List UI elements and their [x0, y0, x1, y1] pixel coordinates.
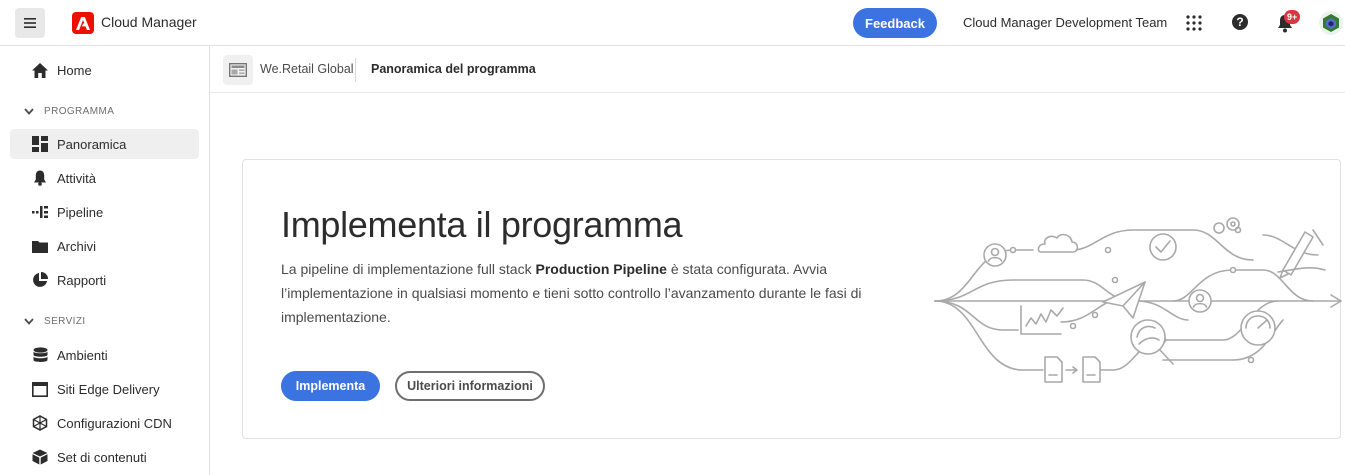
- section-toggle-servizi[interactable]: SERVIZI: [24, 313, 86, 329]
- cdn-network-icon: [32, 415, 48, 431]
- sidebar-item-label: Set di contenuti: [57, 449, 147, 465]
- sidebar-item-ambienti[interactable]: Ambienti: [10, 340, 199, 370]
- sidebar-item-label: Rapporti: [57, 272, 107, 288]
- breadcrumb-program-link[interactable]: We.Retail Global: [260, 62, 354, 76]
- section-toggle-programma[interactable]: PROGRAMMA: [24, 103, 114, 119]
- home-icon: [32, 62, 48, 78]
- sidebar-item-panoramica[interactable]: Panoramica: [10, 129, 199, 159]
- pipeline-icon: [32, 204, 48, 220]
- sidebar-item-label: Home: [57, 62, 92, 78]
- implementa-button[interactable]: Implementa: [281, 371, 380, 401]
- help-icon[interactable]: ?: [1231, 13, 1249, 31]
- sidebar-item-label: Configurazioni CDN: [57, 415, 172, 431]
- sidebar-item-archivi[interactable]: Archivi: [10, 231, 199, 261]
- card-description: La pipeline di implementazione full stac…: [281, 257, 891, 329]
- feedback-button[interactable]: Feedback: [853, 8, 937, 38]
- top-bar: Cloud Manager Feedback Cloud Manager Dev…: [0, 0, 1345, 46]
- card-title: Implementa il programma: [281, 204, 683, 245]
- pipeline-name: Production Pipeline: [535, 261, 667, 277]
- pie-chart-icon: [32, 272, 48, 288]
- section-heading: PROGRAMMA: [44, 105, 115, 117]
- hamburger-menu-button[interactable]: [15, 8, 45, 38]
- sidebar-item-label: Siti Edge Delivery: [57, 381, 160, 397]
- database-icon: [32, 347, 48, 363]
- bell-icon: [32, 170, 48, 186]
- svg-text:?: ?: [1236, 15, 1243, 29]
- hamburger-icon: [24, 18, 36, 28]
- apps-grid-icon[interactable]: [1185, 14, 1203, 32]
- sidebar-item-pipeline[interactable]: Pipeline: [10, 197, 199, 227]
- org-switcher[interactable]: Cloud Manager Development Team: [963, 15, 1167, 30]
- chevron-down-icon: [24, 317, 34, 325]
- sidebar-item-siti-edge-delivery[interactable]: Siti Edge Delivery: [10, 374, 199, 404]
- sidebar-nav: Home PROGRAMMA Panoramica Attività Pipel…: [0, 46, 210, 475]
- sidebar-item-label: Archivi: [57, 238, 97, 254]
- sidebar-item-label: Ambienti: [57, 347, 108, 363]
- description-text: La pipeline di implementazione full stac…: [281, 261, 536, 277]
- learn-more-button[interactable]: Ulteriori informazioni: [395, 371, 545, 401]
- chevron-down-icon: [24, 107, 34, 115]
- dashboard-icon: [32, 136, 48, 152]
- breadcrumb-divider: [355, 58, 356, 82]
- section-heading: SERVIZI: [44, 315, 86, 327]
- notification-count-badge: 9+: [1284, 10, 1301, 24]
- browser-window-icon: [32, 381, 48, 397]
- sidebar-item-set-di-contenuti[interactable]: Set di contenuti: [10, 442, 199, 472]
- sidebar-item-attivita[interactable]: Attività: [10, 163, 199, 193]
- sidebar-item-home[interactable]: Home: [10, 55, 199, 85]
- page-title: Panoramica del programma: [371, 62, 536, 76]
- user-avatar[interactable]: [1319, 11, 1343, 35]
- breadcrumb: We.Retail Global Panoramica del programm…: [210, 46, 1345, 93]
- deploy-program-card: Implementa il programma La pipeline di i…: [242, 159, 1342, 439]
- program-thumbnail-icon: [223, 55, 253, 85]
- sidebar-item-label: Panoramica: [57, 136, 127, 152]
- app-title[interactable]: Cloud Manager: [101, 14, 197, 30]
- folder-icon: [32, 238, 48, 254]
- adobe-logo-icon[interactable]: [72, 12, 94, 34]
- sidebar-item-rapporti[interactable]: Rapporti: [10, 265, 199, 295]
- sidebar-item-configurazioni-cdn[interactable]: Configurazioni CDN: [10, 408, 199, 438]
- sidebar-item-label: Attività: [57, 170, 97, 186]
- sidebar-item-label: Pipeline: [57, 204, 104, 220]
- package-icon: [32, 449, 48, 465]
- pipeline-illustration: [934, 217, 1342, 383]
